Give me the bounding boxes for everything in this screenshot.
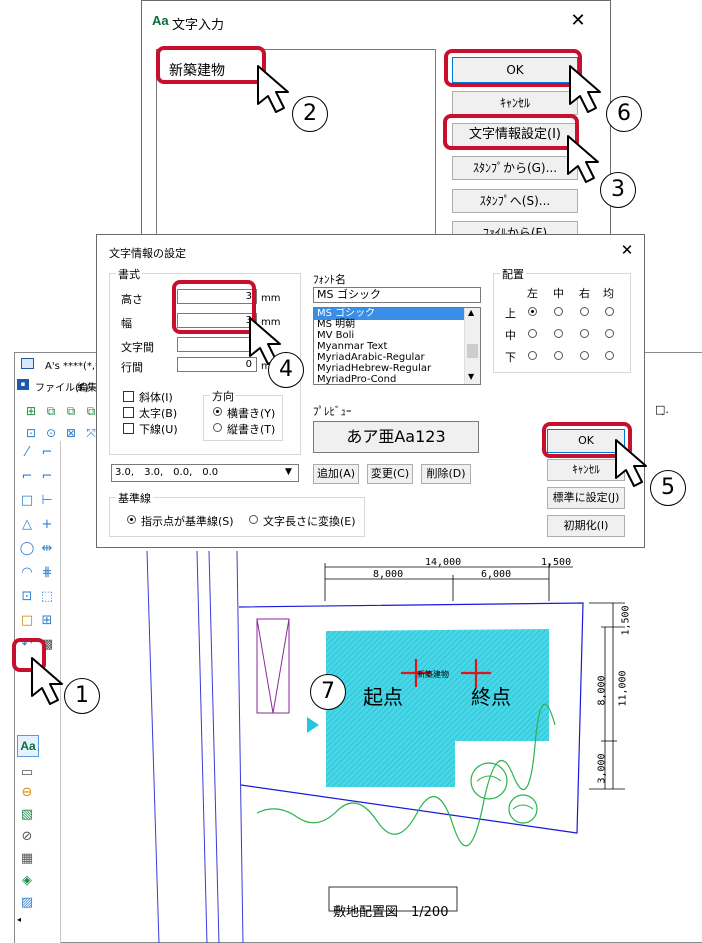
callout-7: 7 (310, 674, 346, 710)
cursor-arrow-icon (31, 657, 63, 705)
callout-1: 1 (64, 678, 100, 714)
cursor-arrow-icon (569, 65, 601, 113)
cursor-arrow-icon (257, 65, 289, 113)
cursor-arrow-icon (567, 135, 599, 183)
pointer-overlay (31, 65, 647, 705)
cursor-arrow-icon (615, 439, 647, 487)
callout-4: 4 (268, 352, 304, 388)
callout-6: 6 (606, 96, 642, 132)
callout-3: 3 (600, 172, 636, 208)
callout-5: 5 (650, 470, 686, 506)
callout-2: 2 (292, 96, 328, 132)
